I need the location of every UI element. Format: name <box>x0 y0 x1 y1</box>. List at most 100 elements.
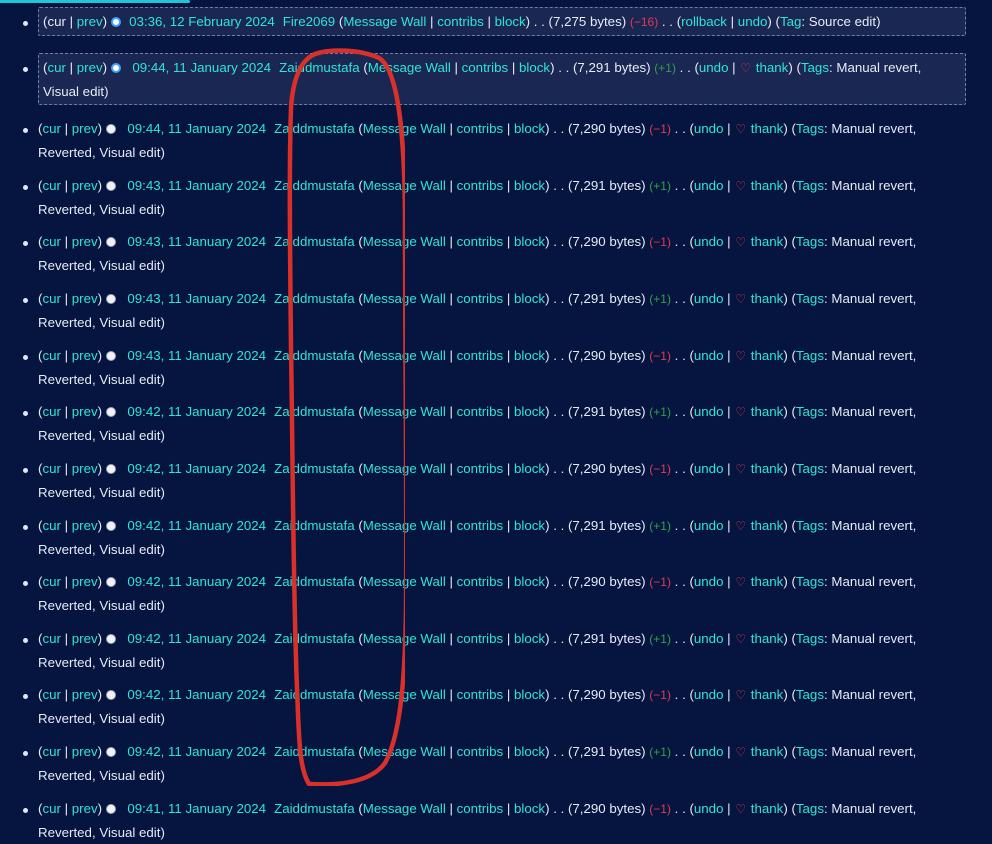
message-wall-link[interactable]: Message Wall <box>363 404 446 419</box>
compare-radio[interactable] <box>106 690 117 700</box>
tags-link[interactable]: Tags <box>796 631 824 646</box>
undo-link[interactable]: undo <box>694 744 724 759</box>
cur-link[interactable]: cur <box>42 574 60 589</box>
message-wall-link[interactable]: Message Wall <box>343 14 426 29</box>
cur-link[interactable]: cur <box>42 518 60 533</box>
compare-radio[interactable] <box>106 181 117 191</box>
cur-link[interactable]: cur <box>47 60 65 75</box>
user-link[interactable]: Zaiddmustafa <box>274 404 355 419</box>
tags-link[interactable]: Tags <box>796 574 824 589</box>
user-link[interactable]: Zaiddmustafa <box>279 60 360 75</box>
tags-link[interactable]: Tags <box>796 518 824 533</box>
tags-link[interactable]: Tags <box>796 348 824 363</box>
message-wall-link[interactable]: Message Wall <box>363 744 446 759</box>
prev-link[interactable]: prev <box>72 348 98 363</box>
undo-link[interactable]: undo <box>694 291 724 306</box>
cur-link[interactable]: cur <box>42 801 60 816</box>
heart-icon[interactable]: ♡ <box>735 235 746 249</box>
compare-radio[interactable] <box>106 634 117 644</box>
undo-link[interactable]: undo <box>694 801 724 816</box>
user-link[interactable]: Zaiddmustafa <box>274 291 355 306</box>
timestamp-link[interactable]: 09:44, 11 January 2024 <box>123 56 271 79</box>
block-link[interactable]: block <box>514 518 545 533</box>
cur-link[interactable]: cur <box>42 687 60 702</box>
prev-link[interactable]: prev <box>72 518 98 533</box>
contribs-link[interactable]: contribs <box>457 744 504 759</box>
tags-link[interactable]: Tags <box>796 178 824 193</box>
tags-link[interactable]: Tags <box>796 404 824 419</box>
block-link[interactable]: block <box>514 574 545 589</box>
timestamp-link[interactable]: 09:42, 11 January 2024 <box>118 457 266 480</box>
timestamp-link[interactable]: 09:43, 11 January 2024 <box>118 174 266 197</box>
compare-radio[interactable] <box>106 804 117 814</box>
timestamp-link[interactable]: 09:43, 11 January 2024 <box>118 344 266 367</box>
thank-link[interactable]: thank <box>756 60 789 75</box>
block-link[interactable]: block <box>514 744 545 759</box>
tags-link[interactable]: Tags <box>801 60 829 75</box>
thank-link[interactable]: thank <box>751 404 784 419</box>
timestamp-link[interactable]: 09:42, 11 January 2024 <box>118 570 266 593</box>
message-wall-link[interactable]: Message Wall <box>363 518 446 533</box>
thank-link[interactable]: thank <box>751 461 784 476</box>
heart-icon[interactable]: ♡ <box>735 519 746 533</box>
contribs-link[interactable]: contribs <box>457 631 504 646</box>
contribs-link[interactable]: contribs <box>457 178 504 193</box>
tags-link[interactable]: Tags <box>796 744 824 759</box>
contribs-link[interactable]: contribs <box>457 234 504 249</box>
prev-link[interactable]: prev <box>72 291 98 306</box>
heart-icon[interactable]: ♡ <box>735 405 746 419</box>
compare-radio[interactable] <box>106 237 117 247</box>
block-link[interactable]: block <box>514 291 545 306</box>
thank-link[interactable]: thank <box>751 291 784 306</box>
rollback-link[interactable]: rollback <box>681 14 727 29</box>
contribs-link[interactable]: contribs <box>437 14 484 29</box>
contribs-link[interactable]: contribs <box>457 518 504 533</box>
undo-link[interactable]: undo <box>694 518 724 533</box>
user-link[interactable]: Zaiddmustafa <box>274 178 355 193</box>
cur-link[interactable]: cur <box>42 291 60 306</box>
message-wall-link[interactable]: Message Wall <box>363 574 446 589</box>
block-link[interactable]: block <box>514 687 545 702</box>
block-link[interactable]: block <box>514 631 545 646</box>
cur-link[interactable]: cur <box>42 461 60 476</box>
prev-link[interactable]: prev <box>72 687 98 702</box>
prev-link[interactable]: prev <box>72 234 98 249</box>
compare-radio[interactable] <box>106 577 117 587</box>
contribs-link[interactable]: contribs <box>457 801 504 816</box>
thank-link[interactable]: thank <box>751 687 784 702</box>
compare-radio[interactable] <box>106 407 117 417</box>
heart-icon[interactable]: ♡ <box>735 632 746 646</box>
tags-link[interactable]: Tags <box>796 461 824 476</box>
compare-radio[interactable] <box>106 124 117 134</box>
user-link[interactable]: Zaiddmustafa <box>274 574 355 589</box>
contribs-link[interactable]: contribs <box>457 574 504 589</box>
undo-link[interactable]: undo <box>694 574 724 589</box>
user-link[interactable]: Fire2069 <box>283 14 335 29</box>
prev-link[interactable]: prev <box>72 178 98 193</box>
prev-link[interactable]: prev <box>72 801 98 816</box>
timestamp-link[interactable]: 09:42, 11 January 2024 <box>118 627 266 650</box>
cur-link[interactable]: cur <box>42 121 60 136</box>
heart-icon[interactable]: ♡ <box>735 122 746 136</box>
undo-link[interactable]: undo <box>694 687 724 702</box>
timestamp-link[interactable]: 09:42, 11 January 2024 <box>118 740 266 763</box>
compare-radio[interactable] <box>106 521 117 531</box>
cur-link[interactable]: cur <box>42 234 60 249</box>
tags-link[interactable]: Tags <box>796 291 824 306</box>
block-link[interactable]: block <box>514 404 545 419</box>
timestamp-link[interactable]: 09:44, 11 January 2024 <box>118 117 266 140</box>
heart-icon[interactable]: ♡ <box>735 688 746 702</box>
undo-link[interactable]: undo <box>694 404 724 419</box>
thank-link[interactable]: thank <box>751 121 784 136</box>
user-link[interactable]: Zaiddmustafa <box>274 631 355 646</box>
tags-link[interactable]: Tags <box>796 121 824 136</box>
undo-link[interactable]: undo <box>699 60 729 75</box>
block-link[interactable]: block <box>514 121 545 136</box>
user-link[interactable]: Zaiddmustafa <box>274 348 355 363</box>
message-wall-link[interactable]: Message Wall <box>363 348 446 363</box>
timestamp-link[interactable]: 03:36, 12 February 2024 <box>129 10 275 33</box>
user-link[interactable]: Zaiddmustafa <box>274 121 355 136</box>
heart-icon[interactable]: ♡ <box>735 349 746 363</box>
cur-link[interactable]: cur <box>42 348 60 363</box>
block-link[interactable]: block <box>514 348 545 363</box>
